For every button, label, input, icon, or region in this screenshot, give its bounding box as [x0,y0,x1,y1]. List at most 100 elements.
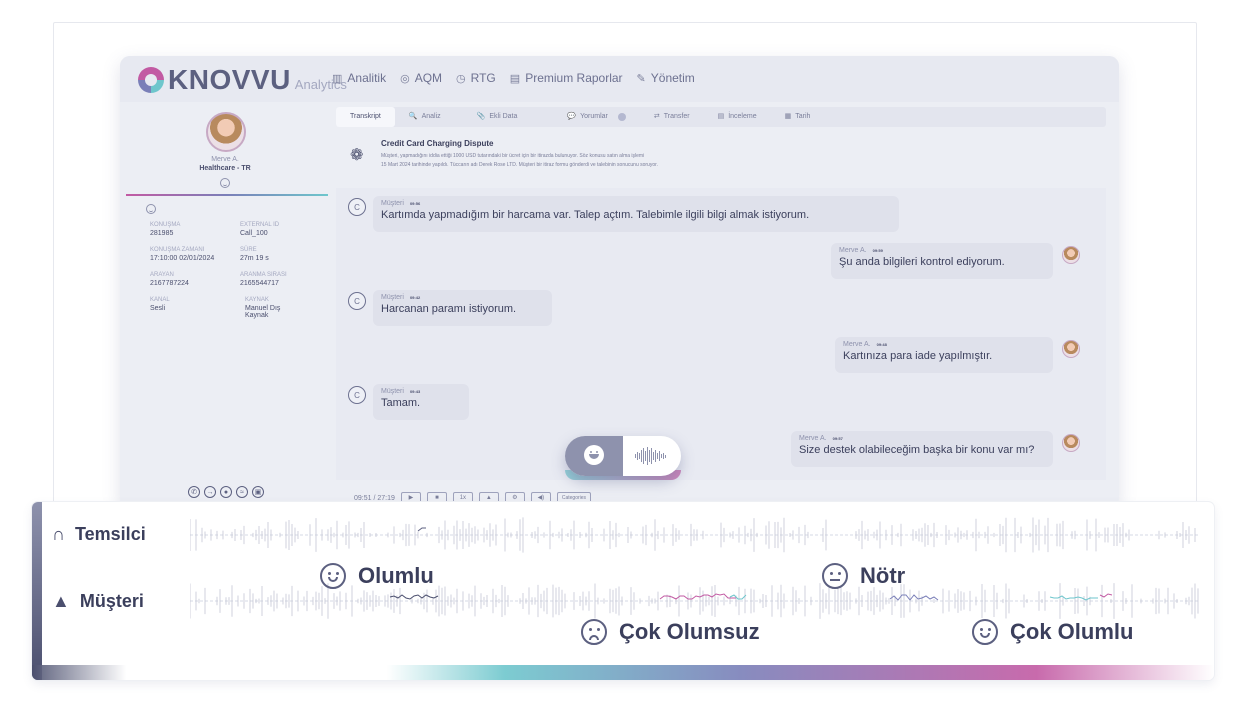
player-time: 09:51 / 27:19 [354,494,395,502]
headphones-icon: ∩ [52,524,65,544]
tab-transkript[interactable]: Transkript [336,107,395,127]
neutral-face-icon [822,563,848,589]
smile-icon [320,563,346,589]
view-toggle[interactable] [565,436,681,476]
message-sender: Merve A. [799,435,827,442]
summary-text: Müşteri, yapmadığını iddia ettiği 1000 U… [381,152,841,170]
message-text: Tamam. [381,397,421,409]
message-text: Şu anda bilgileri kontrol ediyorum. [839,256,1005,268]
chat-message[interactable]: Müşteri 09:42 Harcanan paramı istiyorum. [373,290,552,326]
message-text: Kartımda yapmadığım bir harcama var. Tal… [381,209,810,221]
sentiment-marker-notr[interactable]: Nötr [822,563,905,589]
sentiment-label: Çok Olumlu [1010,619,1134,644]
tab-tarih[interactable]: ▦ Tarih [771,107,825,127]
message-time: 09:42 [409,295,421,300]
calendar-icon: ▦ [784,113,792,120]
message-sender: Müşteri [381,200,404,207]
login-icon[interactable]: → [204,486,216,498]
message-time: 09:59 [872,248,883,253]
chat-message[interactable]: Merve A. 09:59 Şu anda bilgileri kontrol … [831,243,1053,279]
customer-avatar: C [348,198,366,216]
logo[interactable]: KNOVVU Analytics [138,66,347,94]
report-icon: ▤ [509,72,521,85]
tab-label: Ekli Data [489,113,518,120]
target-icon: ◎ [400,72,410,85]
agent-name: Merve A. [211,156,239,163]
tab-yorumlar[interactable]: 💬 Yorumlar [531,107,639,127]
review-icon: ▤ [717,113,725,120]
sentiment-segment [889,594,939,601]
waveform-icon[interactable] [635,447,669,465]
sentiment-segment [1049,595,1098,601]
sentiment-label: Çok Olumsuz [619,619,760,644]
logo-icon [138,67,164,93]
comments-icon: 💬 [567,113,577,120]
agent-waveform[interactable] [190,516,1200,554]
badge-icon [617,113,626,121]
customer-sentiment-icon [146,204,156,214]
info-label: ARANMA SIRASI [240,272,287,278]
message-time: 09:56 [409,201,421,206]
sentiment-marker-cok-olumsuz[interactable]: Çok Olumsuz [581,619,760,645]
agent-avatar-small [1062,434,1080,452]
sentiment-gradient-divider [126,194,328,196]
lock-icon[interactable]: ▣ [252,486,264,498]
tab-label: Transfer [663,113,690,120]
nav-item-analitik[interactable]: ▥ Analitik [332,71,386,85]
tab-transfer[interactable]: ⇄ Transfer [640,107,704,127]
summary-line: 15 Mart 2024 tarihinde yapıldı. Tüccarın… [381,162,658,168]
info-label: SÜRE [240,247,257,253]
panel-accent-bar [32,502,42,680]
sentiment-marker-cok-olumlu[interactable]: Çok Olumlu [972,619,1133,645]
nav-label: RTG [470,71,496,85]
nav-item-yonetim[interactable]: ✎ Yönetim [637,71,695,85]
info-value: 27m 19 s [240,255,269,262]
chat-message[interactable]: Merve A. 09:57 Size destek olabileceğim b… [791,431,1053,467]
phone-icon[interactable]: ✆ [188,486,200,498]
tab-label: Analiz [421,113,441,120]
agent-team: Healthcare - TR [199,165,251,172]
openai-icon: ❁ [350,147,364,164]
nav-label: Yönetim [650,71,695,85]
main-nav: ▥ Analitik ◎ AQM ◷ RTG ▤ Premium Raporlar ✎ Y… [332,71,695,85]
customer-avatar: C [348,386,366,404]
summary-line: Müşteri, yapmadığını iddia ettiği 1000 U… [381,153,645,159]
info-row: ARAYAN 2167787224 ARANMA SIRASI 2165544717 [150,272,330,287]
user-icon[interactable]: ● [220,486,232,498]
nav-item-rtg[interactable]: ◷ RTG [456,71,496,85]
tab-label: Tarih [795,113,811,120]
agent-avatar [206,112,246,152]
chat-message[interactable]: Müşteri 09:56 Kartımda yapmadığım bir har… [373,196,899,232]
person-icon: ▲ [52,591,70,611]
chat-message[interactable]: Müşteri 09:43 Tamam. [373,384,469,420]
tab-ekli-data[interactable]: 📎 Ekli Data [455,107,532,127]
sentiment-label: Nötr [860,563,906,588]
sentiment-toggle-option[interactable] [565,436,623,476]
tab-label: Transkript [350,113,381,120]
customer-avatar: C [348,292,366,310]
tab-analiz[interactable]: 🔍 Analiz [395,107,455,127]
search-icon: 🔍 [408,113,418,120]
message-sender: Müşteri [381,388,404,395]
tab-inceleme[interactable]: ▤ İnceleme [704,107,771,127]
transfer-icon: ⇄ [653,113,660,120]
brand-name: KNOVVU [168,64,291,95]
nav-item-premium-raporlar[interactable]: ▤ Premium Raporlar [510,71,623,85]
info-value: 281985 [150,230,174,237]
share-icon[interactable]: ≈ [236,486,248,498]
clock-icon: ◷ [456,72,466,85]
chat-message[interactable]: Merve A. 09:48 Kartınıza para iade yapılm… [835,337,1053,373]
sentiment-marker-olumlu[interactable]: Olumlu [320,563,434,589]
info-value: 17:10:00 02/01/2024 [150,255,215,262]
info-row: KONUŞMA ZAMANI 17:10:00 02/01/2024 SÜRE 27… [150,247,330,262]
tab-label: İnceleme [728,113,757,120]
tab-label: Yorumlar [580,113,608,120]
nav-label: Analitik [347,71,387,85]
agent-avatar-small [1062,340,1080,358]
info-row: KANAL Sesli KAYNAK Manuel Dış Kaynak [150,297,330,319]
message-text: Harcanan paramı istiyorum. [381,303,517,315]
message-text: Kartınıza para iade yapılmıştır. [843,350,993,362]
info-label: ARAYAN [150,272,174,278]
nav-item-aqm[interactable]: ◎ AQM [400,71,442,85]
detail-tabs: Transkript 🔍 Analiz 📎 Ekli Data 💬 Yorumlar … [336,107,1106,127]
